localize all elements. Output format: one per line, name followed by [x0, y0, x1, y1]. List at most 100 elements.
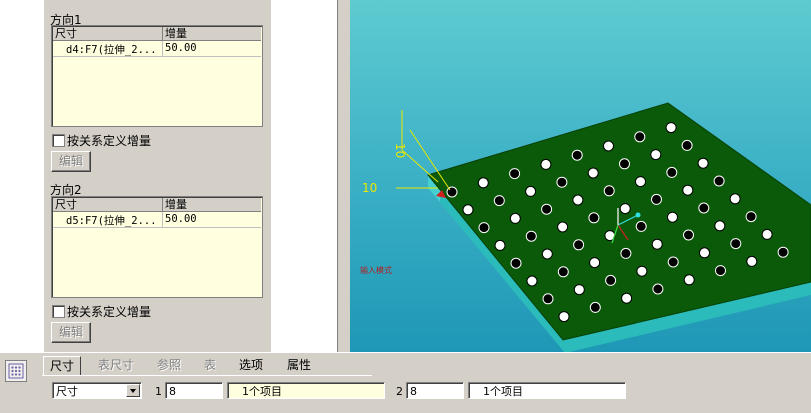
pattern-hole[interactable]: [605, 274, 617, 286]
pattern-hole[interactable]: [510, 257, 522, 269]
direction1-items-collector[interactable]: 1个项目: [227, 382, 385, 399]
direction1-relation-checkbox[interactable]: [52, 134, 65, 147]
direction2-count-input[interactable]: 8: [406, 382, 464, 399]
pattern-hole[interactable]: [557, 221, 569, 233]
pattern-hole[interactable]: [542, 293, 554, 305]
pattern-hole[interactable]: [682, 184, 694, 196]
col-increment-header: 增量: [165, 27, 187, 40]
pattern-hole[interactable]: [557, 266, 569, 278]
pattern-hole[interactable]: [666, 166, 678, 178]
direction2-table[interactable]: 尺寸 增量 d5:F7(拉伸_2... 50.00: [51, 196, 263, 298]
pattern-feature-icon[interactable]: [5, 360, 27, 382]
pattern-hole[interactable]: [573, 239, 585, 251]
pattern-hole[interactable]: [589, 257, 601, 269]
pattern-hole[interactable]: [509, 168, 521, 180]
pattern-hole[interactable]: [715, 265, 726, 277]
pattern-hole[interactable]: [635, 176, 646, 188]
direction1-count-input[interactable]: 8: [165, 382, 223, 399]
model-viewport[interactable]: 10 10 输入模式: [350, 0, 811, 352]
pattern-hole[interactable]: [573, 284, 585, 296]
pattern-hole[interactable]: [634, 131, 646, 143]
pattern-hole[interactable]: [541, 203, 553, 215]
direction1-edit-button[interactable]: 编辑: [51, 151, 91, 172]
pattern-hole[interactable]: [619, 203, 631, 215]
pattern-hole[interactable]: [683, 274, 695, 286]
panel-white-gap: [271, 0, 343, 352]
chevron-down-icon[interactable]: [126, 384, 140, 397]
splitter-handle[interactable]: [337, 0, 351, 352]
pattern-hole[interactable]: [556, 176, 568, 188]
pattern-type-select[interactable]: 尺寸: [52, 382, 142, 399]
pattern-hole[interactable]: [477, 177, 489, 189]
pattern-hole[interactable]: [541, 248, 553, 260]
pattern-hole[interactable]: [571, 149, 583, 161]
dimension-cell[interactable]: d4:F7(拉伸_2...: [66, 42, 157, 57]
pattern-hole[interactable]: [730, 238, 742, 250]
direction2-relation-checkbox[interactable]: [52, 305, 65, 318]
direction1-index: 1: [155, 385, 162, 398]
pattern-hole[interactable]: [493, 195, 505, 207]
pattern-hole[interactable]: [558, 311, 570, 323]
pattern-hole[interactable]: [667, 256, 679, 268]
pattern-hole[interactable]: [761, 228, 773, 240]
pattern-hole[interactable]: [635, 220, 647, 232]
pattern-hole[interactable]: [713, 175, 725, 187]
pattern-hole[interactable]: [714, 220, 726, 232]
pattern-hole[interactable]: [667, 211, 678, 223]
dimension-cell[interactable]: d5:F7(拉伸_2...: [66, 213, 157, 228]
viewport-status-text: 输入模式: [360, 265, 392, 275]
pattern-hole[interactable]: [652, 283, 664, 295]
pattern-hole[interactable]: [603, 185, 615, 197]
model-canvas[interactable]: 10 10 输入模式: [350, 0, 811, 352]
pattern-hole[interactable]: [478, 222, 490, 234]
pattern-hole[interactable]: [621, 292, 633, 304]
tab-table[interactable]: 表: [198, 356, 222, 374]
pattern-hole[interactable]: [603, 140, 614, 152]
pattern-hole[interactable]: [526, 275, 538, 287]
tab-references[interactable]: 参照: [151, 356, 187, 374]
tab-dimensions[interactable]: 尺寸: [43, 356, 82, 376]
dim-vertical-text[interactable]: 10: [393, 143, 407, 158]
pattern-hole[interactable]: [665, 122, 677, 134]
pattern-hole[interactable]: [650, 149, 662, 161]
pattern-hole[interactable]: [746, 255, 758, 267]
direction2-table-header: 尺寸 增量: [53, 198, 261, 212]
direction1-table[interactable]: 尺寸 增量 d4:F7(拉伸_2... 50.00: [51, 25, 263, 127]
pattern-hole[interactable]: [651, 193, 662, 205]
pattern-hole[interactable]: [540, 158, 552, 170]
pattern-hole[interactable]: [745, 211, 757, 223]
pattern-type-value: 尺寸: [56, 385, 78, 398]
pattern-hole[interactable]: [697, 157, 709, 169]
pattern-hole[interactable]: [509, 212, 521, 224]
pattern-hole[interactable]: [681, 139, 693, 151]
pattern-hole[interactable]: [462, 204, 474, 216]
pattern-hole[interactable]: [525, 185, 537, 197]
direction2-items-collector[interactable]: 1个项目: [468, 382, 626, 399]
col-dimension-header: 尺寸: [55, 198, 77, 211]
pattern-hole[interactable]: [572, 194, 584, 206]
pattern-hole[interactable]: [777, 246, 789, 258]
tab-options[interactable]: 选项: [233, 356, 269, 374]
table-row[interactable]: d5:F7(拉伸_2... 50.00: [53, 212, 261, 228]
increment-cell[interactable]: 50.00: [165, 42, 197, 54]
pattern-hole[interactable]: [683, 229, 694, 241]
col-dimension-header: 尺寸: [55, 27, 77, 40]
pattern-hole[interactable]: [619, 158, 630, 170]
pattern-hole[interactable]: [494, 239, 506, 251]
pattern-hole[interactable]: [620, 247, 632, 259]
pattern-hole[interactable]: [651, 238, 663, 250]
pattern-hole[interactable]: [636, 265, 648, 277]
table-row[interactable]: d4:F7(拉伸_2... 50.00: [53, 41, 261, 57]
pattern-hole[interactable]: [699, 247, 710, 259]
pattern-hole[interactable]: [589, 301, 601, 313]
tab-table-dimensions[interactable]: 表尺寸: [92, 356, 140, 374]
increment-cell[interactable]: 50.00: [165, 213, 197, 225]
direction2-edit-button[interactable]: 编辑: [51, 322, 91, 343]
pattern-hole[interactable]: [588, 212, 600, 224]
pattern-hole[interactable]: [729, 193, 741, 205]
pattern-hole[interactable]: [587, 167, 599, 179]
pattern-hole[interactable]: [698, 202, 710, 214]
tab-properties[interactable]: 属性: [281, 356, 317, 374]
pattern-hole[interactable]: [525, 230, 537, 242]
dim-horizontal-text[interactable]: 10: [362, 181, 377, 195]
